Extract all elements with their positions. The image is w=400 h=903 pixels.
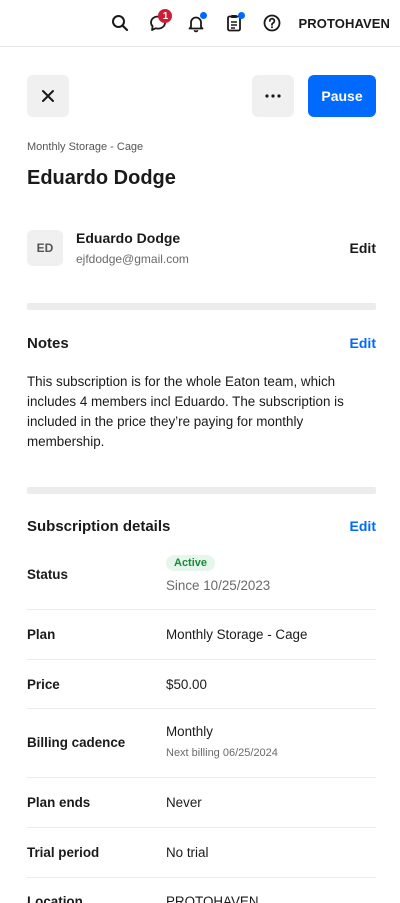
edit-notes-button[interactable]: Edit — [350, 335, 376, 351]
plan-value: Monthly Storage - Cage — [166, 627, 308, 642]
detail-row-trial: Trial period No trial — [27, 828, 376, 878]
edit-customer-button[interactable]: Edit — [350, 240, 376, 256]
more-actions-button[interactable] — [252, 75, 294, 117]
close-button[interactable] — [27, 75, 69, 117]
page-subtitle: Monthly Storage - Cage — [27, 141, 144, 153]
help-circle-icon — [264, 14, 281, 32]
plan-ends-value: Never — [166, 795, 202, 810]
plan-ends-label: Plan ends — [27, 795, 91, 810]
action-row: Pause — [27, 75, 376, 117]
detail-row-price: Price $50.00 — [27, 660, 376, 709]
details-list: Status Active Since 10/25/2023 Plan Mont… — [27, 547, 376, 903]
customer-name: Eduardo Dodge — [76, 230, 181, 246]
more-horizontal-icon — [265, 94, 281, 98]
notes-body: This subscription is for the whole Eaton… — [27, 374, 344, 449]
messages-button[interactable]: 1 — [140, 5, 176, 41]
org-name[interactable]: PROTOHAVEN — [298, 16, 390, 31]
page-title: Eduardo Dodge — [27, 167, 176, 189]
billing-label: Billing cadence — [27, 735, 126, 750]
price-value: $50.00 — [166, 677, 207, 692]
location-label: Location — [27, 894, 83, 903]
help-button[interactable] — [254, 5, 290, 41]
pause-button[interactable]: Pause — [308, 75, 376, 117]
trial-value: No trial — [166, 845, 209, 860]
billing-value: Monthly — [166, 724, 213, 739]
detail-row-billing: Billing cadence Monthly Next billing 06/… — [27, 709, 376, 778]
status-since: Since 10/25/2023 — [166, 578, 271, 593]
location-value: PROTOHAVEN — [166, 894, 259, 903]
top-bar: 1 PROTOHAVEN — [0, 0, 400, 47]
search-icon[interactable] — [102, 5, 138, 41]
status-badge: Active — [166, 555, 216, 571]
status-label: Status — [27, 567, 68, 582]
section-divider — [27, 487, 376, 494]
next-billing: Next billing 06/25/2024 — [166, 747, 278, 759]
trial-label: Trial period — [27, 845, 100, 860]
notes-title: Notes — [27, 335, 69, 352]
messages-count-badge: 1 — [158, 9, 173, 23]
edit-details-button[interactable]: Edit — [350, 518, 376, 534]
customer-card: ED Eduardo Dodge ejfdodge@gmail.com Edit — [27, 226, 376, 270]
subscription-details-title: Subscription details — [27, 518, 171, 535]
close-icon — [42, 90, 54, 102]
customer-email: ejfdodge@gmail.com — [76, 252, 189, 266]
notifications-button[interactable] — [178, 5, 214, 41]
avatar: ED — [27, 230, 63, 266]
detail-row-plan: Plan Monthly Storage - Cage — [27, 610, 376, 660]
detail-row-plan-ends: Plan ends Never — [27, 778, 376, 828]
detail-row-location: Location PROTOHAVEN — [27, 878, 376, 903]
price-label: Price — [27, 677, 60, 692]
detail-row-status: Status Active Since 10/25/2023 — [27, 547, 376, 610]
section-divider — [27, 303, 376, 310]
plan-label: Plan — [27, 627, 56, 642]
tasks-button[interactable] — [216, 5, 252, 41]
